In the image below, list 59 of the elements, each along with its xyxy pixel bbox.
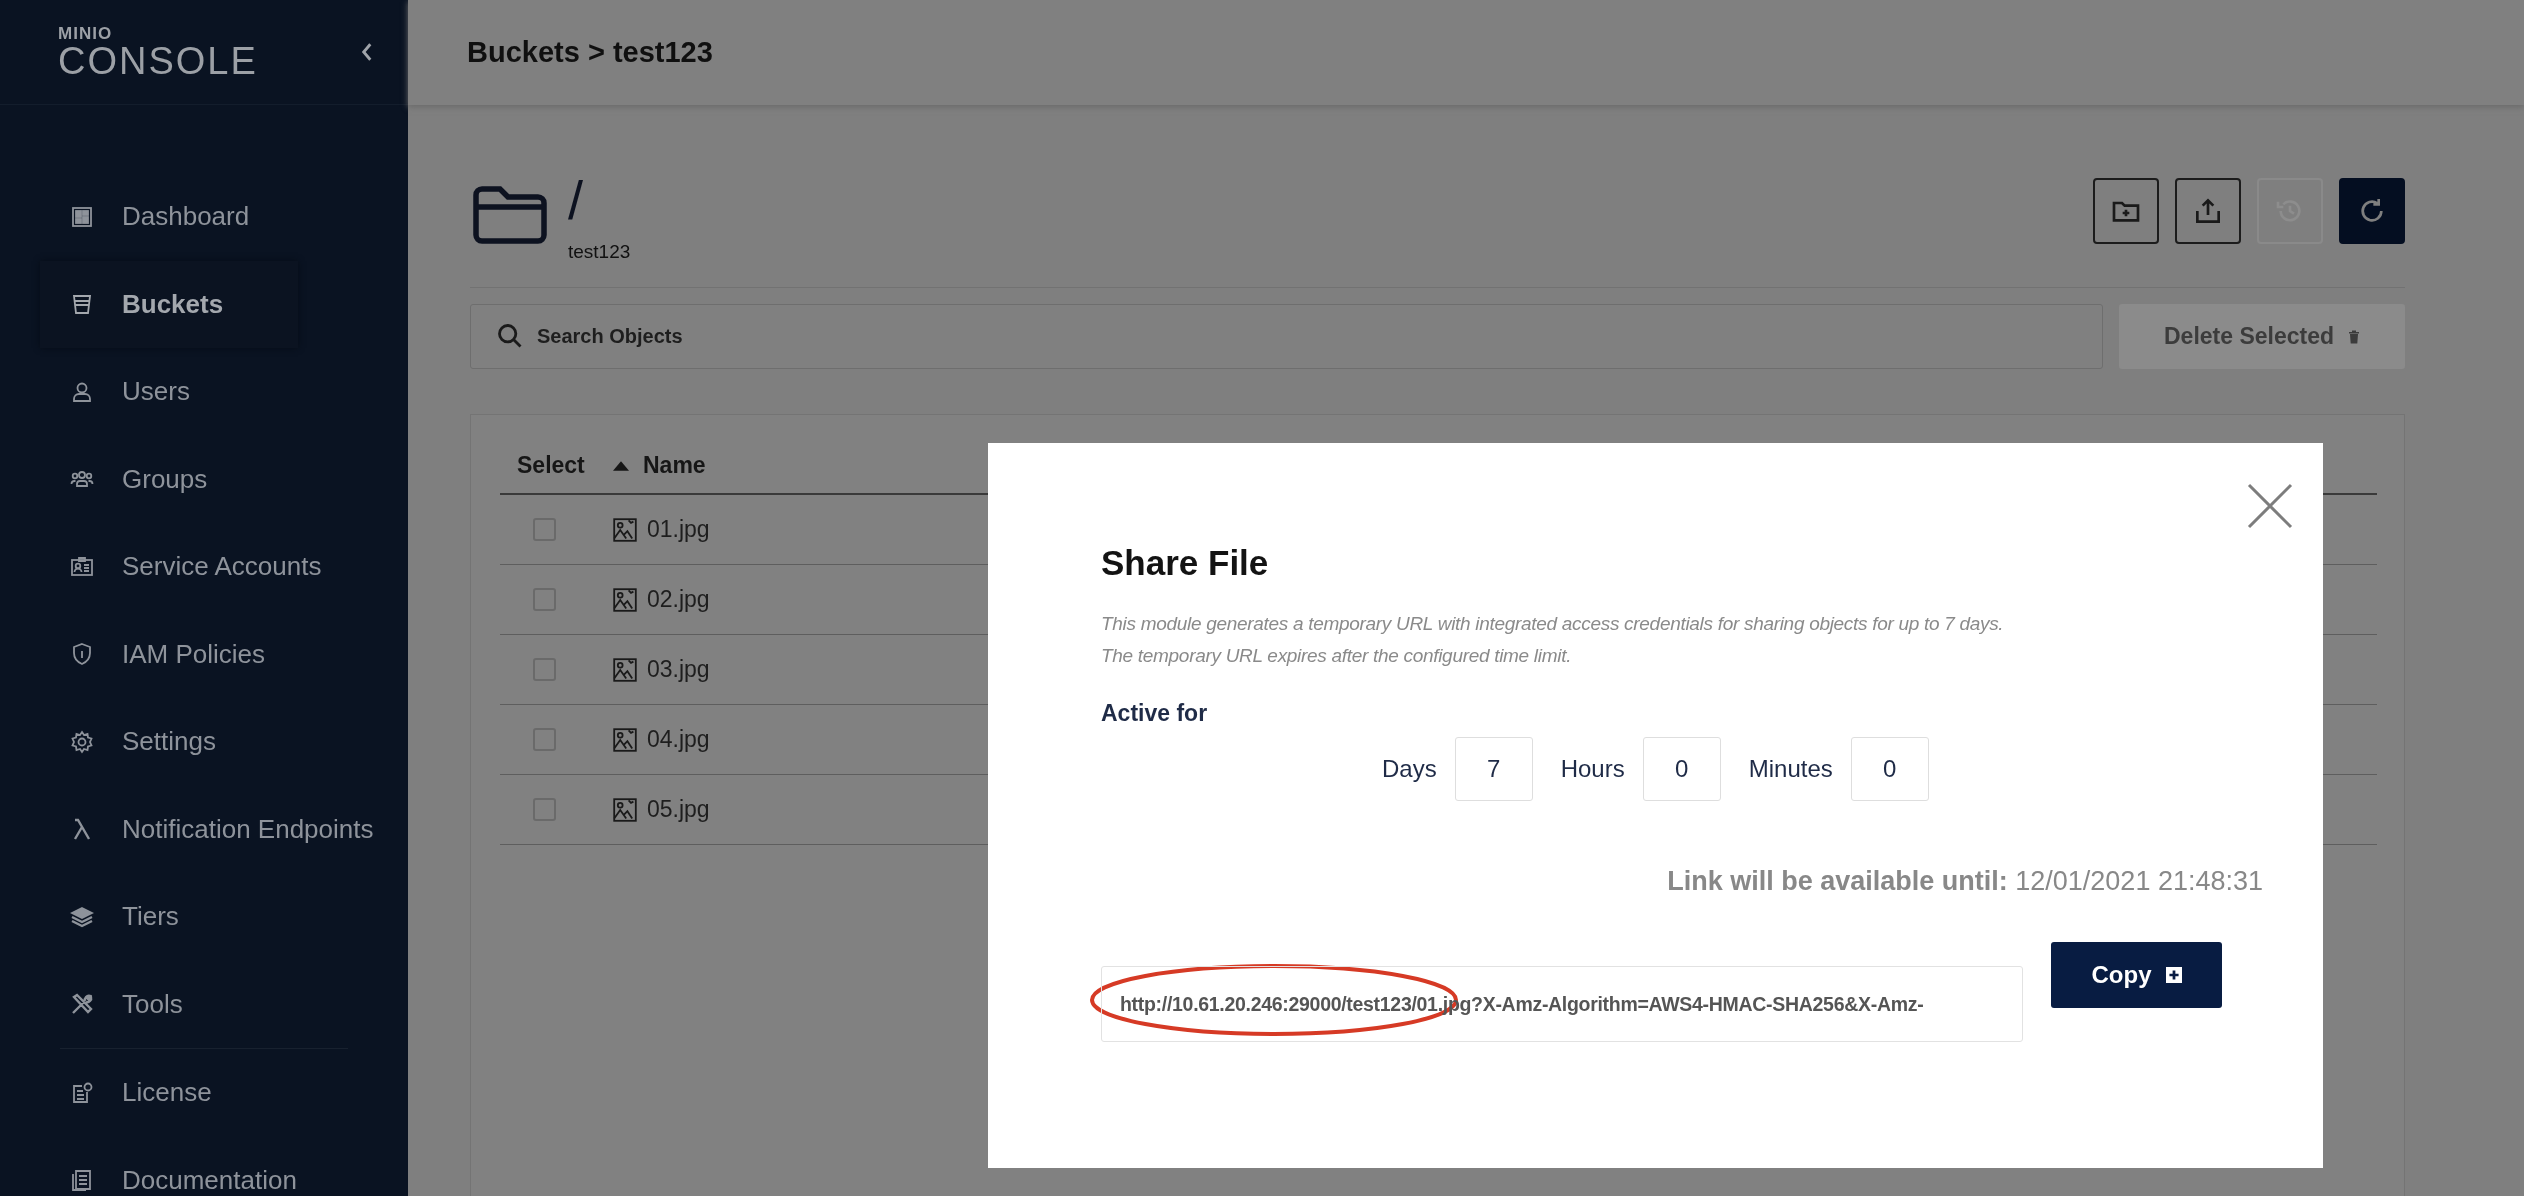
document-badge-icon bbox=[70, 1080, 94, 1105]
sidebar-item[interactable]: Settings bbox=[40, 698, 400, 786]
sidebar-item[interactable]: License bbox=[40, 1049, 400, 1137]
id-card-icon bbox=[70, 554, 94, 579]
search-icon bbox=[496, 322, 524, 350]
column-header[interactable]: Select bbox=[500, 452, 613, 479]
file-name[interactable]: 03.jpg bbox=[647, 656, 710, 683]
new-folder-button[interactable] bbox=[2093, 178, 2159, 244]
layers-icon bbox=[70, 904, 94, 929]
file-name[interactable]: 04.jpg bbox=[647, 726, 710, 753]
file-name[interactable]: 02.jpg bbox=[647, 586, 710, 613]
shield-icon bbox=[70, 642, 94, 667]
bucket-icon bbox=[70, 292, 94, 317]
image-file-icon bbox=[613, 587, 637, 612]
dialog-title: Share File bbox=[1101, 543, 1270, 583]
plus-icon bbox=[2165, 967, 2182, 983]
duration-label: Days bbox=[1382, 755, 1437, 783]
file-name[interactable]: 05.jpg bbox=[647, 796, 710, 823]
breadcrumb: Buckets > test123 bbox=[467, 36, 713, 69]
sort-ascending-icon[interactable] bbox=[613, 460, 629, 471]
trash-icon bbox=[2348, 329, 2360, 344]
description-text: The temporary URL expires after the configured time limit. bbox=[1101, 645, 1573, 667]
close-icon[interactable] bbox=[2247, 483, 2293, 529]
logo-text: CONSOLE bbox=[58, 41, 258, 80]
sidebar-item[interactable]: Tiers bbox=[40, 873, 400, 961]
sidebar-item[interactable]: Service Accounts bbox=[40, 523, 400, 611]
image-file-icon bbox=[613, 517, 637, 542]
image-file-icon bbox=[613, 727, 637, 752]
sidebar-item[interactable]: Dashboard bbox=[40, 173, 400, 261]
dashboard-icon bbox=[70, 204, 94, 229]
copy-button[interactable]: Copy bbox=[2051, 942, 2222, 1008]
description-text: This module generates a temporary URL with integrated access credentials for sharing objects for up to 7 days. bbox=[1101, 613, 2005, 635]
sidebar-item[interactable]: IAM Policies bbox=[40, 610, 400, 698]
settings-icon bbox=[70, 729, 94, 754]
sidebar-item[interactable]: Users bbox=[40, 348, 400, 436]
duration-label: Minutes bbox=[1748, 755, 1833, 783]
duration-field[interactable]: 7 bbox=[1454, 737, 1533, 801]
image-file-icon bbox=[613, 797, 637, 822]
duration-field[interactable]: 0 bbox=[1850, 737, 1929, 801]
column-header[interactable]: Name bbox=[613, 452, 706, 479]
sidebar-item[interactable]: Groups bbox=[40, 435, 400, 523]
sidebar-item[interactable]: Tools bbox=[40, 960, 400, 1048]
path-text: / bbox=[568, 173, 584, 227]
file-name[interactable]: 01.jpg bbox=[647, 516, 710, 543]
sidebar-item[interactable]: Notification Endpoints bbox=[40, 785, 400, 873]
duration-field[interactable]: 0 bbox=[1642, 737, 1721, 801]
sidebar-item[interactable]: Buckets bbox=[40, 260, 298, 348]
refresh-button[interactable] bbox=[2339, 178, 2405, 244]
logo-small-text: MINIO bbox=[58, 24, 114, 42]
duration-label: Hours bbox=[1560, 755, 1625, 783]
search-field[interactable]: Search Objects bbox=[470, 304, 2103, 369]
bucket-name: test123 bbox=[568, 241, 631, 263]
upload-button[interactable] bbox=[2175, 178, 2241, 244]
expiry-text: Link will be available until: 12/01/2021 21:48:31 bbox=[1666, 866, 2263, 897]
collapse-chevron-icon[interactable] bbox=[360, 41, 374, 63]
active-for-label: Active for bbox=[1101, 700, 1209, 727]
document-icon bbox=[70, 1168, 94, 1193]
sidebar-item[interactable]: Documentation bbox=[40, 1136, 400, 1196]
image-file-icon bbox=[613, 657, 637, 682]
